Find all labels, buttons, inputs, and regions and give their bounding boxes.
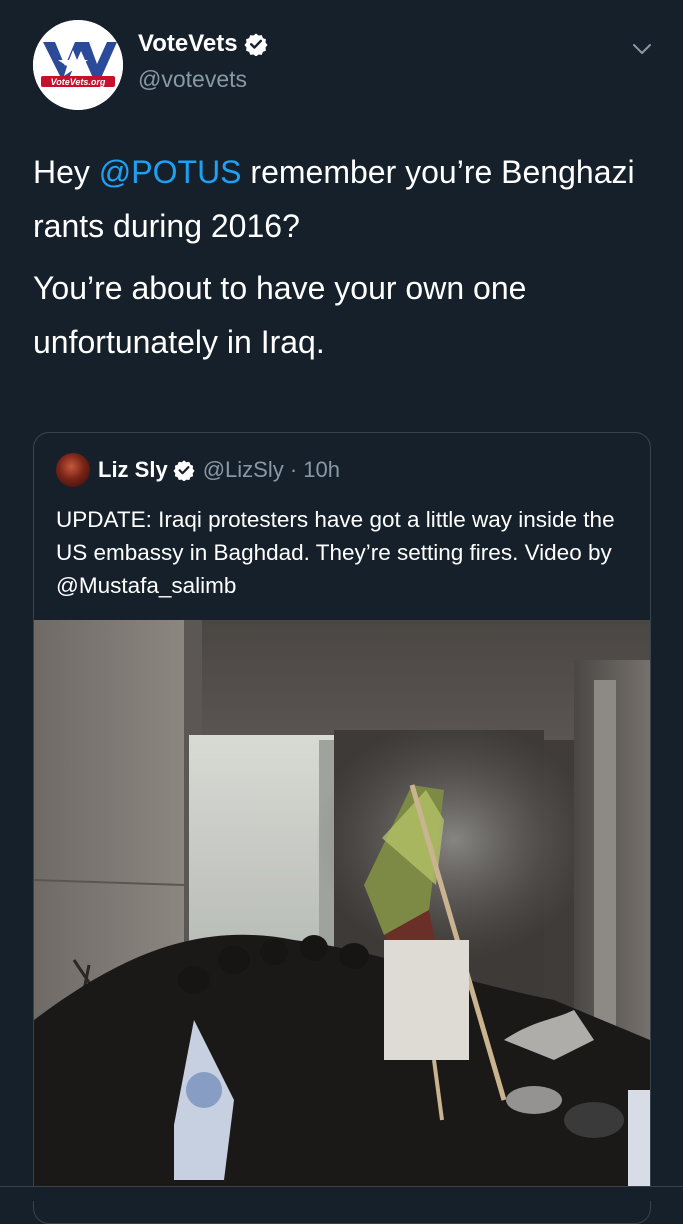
quoted-handle-time: @LizSly · 10h — [202, 457, 340, 482]
avatar[interactable]: VoteVets.org — [33, 20, 123, 110]
verified-badge-icon — [244, 32, 268, 57]
author-name-row: VoteVets — [138, 30, 268, 58]
author-display-name[interactable]: VoteVets — [138, 30, 238, 58]
svg-text:VoteVets.org: VoteVets.org — [51, 77, 106, 87]
mention-link[interactable]: @POTUS — [99, 154, 242, 190]
quoted-video-media[interactable] — [34, 620, 650, 1200]
chevron-down-icon[interactable] — [631, 38, 653, 60]
quoted-tweet-text: UPDATE: Iraqi protesters have got a litt… — [56, 507, 615, 598]
votevets-logo: VoteVets.org — [33, 20, 123, 110]
tweet-text-segment: Hey — [33, 154, 99, 190]
tweet-paragraph: Hey @POTUS remember you’re Benghazi rant… — [33, 145, 643, 253]
tweet-paragraph: You’re about to have your own one unfort… — [33, 270, 527, 360]
quoted-tweet-card[interactable]: Liz Sly @LizSly · 10h UPDATE: Iraqi prot… — [33, 432, 651, 1224]
verified-badge-icon — [173, 459, 195, 482]
tweet-header: VoteVets.org VoteVets @votevets — [0, 0, 683, 120]
quoted-display-name[interactable]: Liz Sly — [98, 457, 168, 483]
tweet-body: Hey @POTUS remember you’re Benghazi rant… — [33, 145, 643, 377]
quoted-avatar[interactable] — [56, 453, 90, 487]
author-handle[interactable]: @votevets — [138, 66, 247, 93]
bottom-divider — [0, 1186, 683, 1201]
video-frame — [34, 620, 650, 1200]
quoted-tweet-header: Liz Sly @LizSly · 10h — [56, 453, 340, 487]
